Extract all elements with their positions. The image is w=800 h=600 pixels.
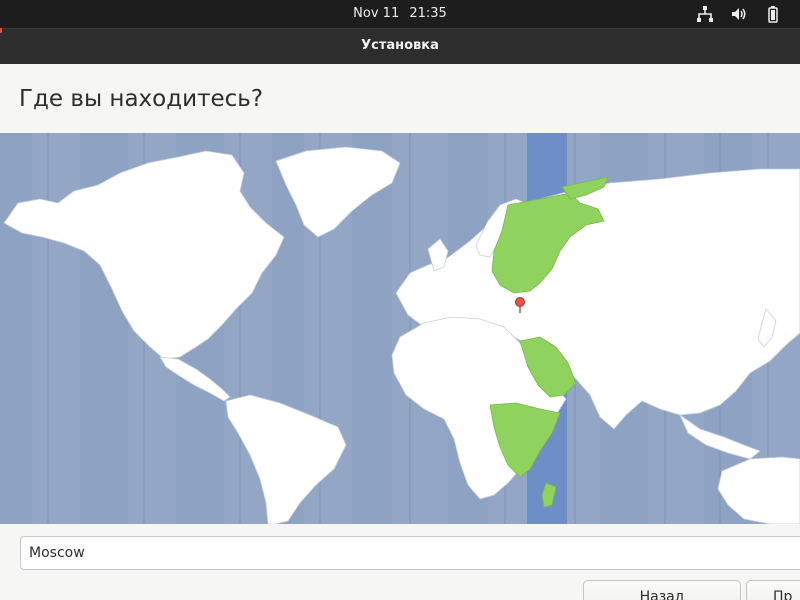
window-title: Установка <box>361 38 439 53</box>
battery-icon[interactable] <box>764 5 782 23</box>
volume-icon[interactable] <box>730 5 748 23</box>
continue-button[interactable]: Пр <box>746 580 800 600</box>
network-icon[interactable] <box>696 5 714 23</box>
window-header: Установка <box>0 28 800 64</box>
installer-page: Где вы находитесь? Moscow Назад Пр <box>0 64 800 600</box>
clock[interactable]: Nov 11 21:35 <box>0 6 800 21</box>
timezone-map[interactable] <box>0 133 800 524</box>
clock-time: 21:35 <box>409 6 447 21</box>
top-bar: Nov 11 21:35 <box>0 0 800 28</box>
timezone-input[interactable] <box>20 536 800 570</box>
header-accent <box>0 28 2 33</box>
back-button[interactable]: Назад <box>583 580 741 600</box>
system-tray[interactable] <box>696 5 782 23</box>
page-title: Где вы находитесь? <box>19 86 264 112</box>
clock-date: Nov 11 <box>353 6 400 21</box>
